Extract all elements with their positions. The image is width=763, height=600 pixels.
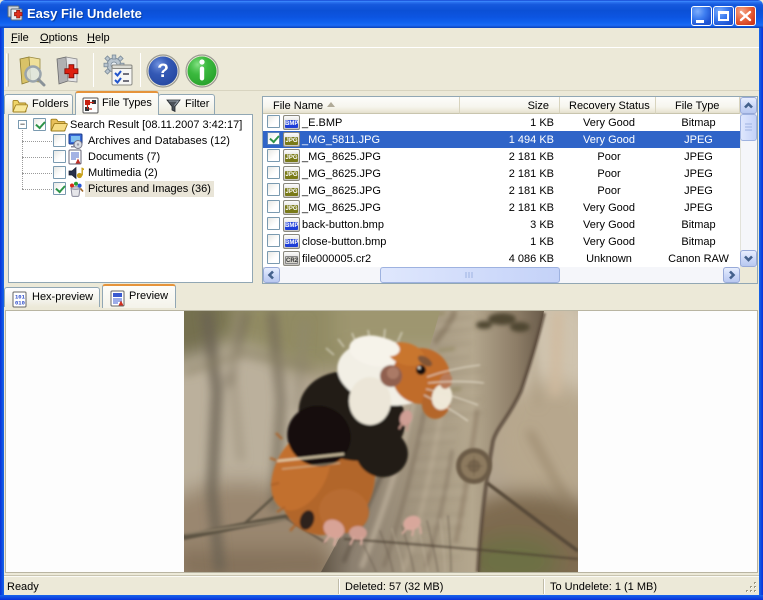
- svg-text:010: 010: [15, 300, 25, 307]
- svg-text:?: ?: [157, 61, 169, 82]
